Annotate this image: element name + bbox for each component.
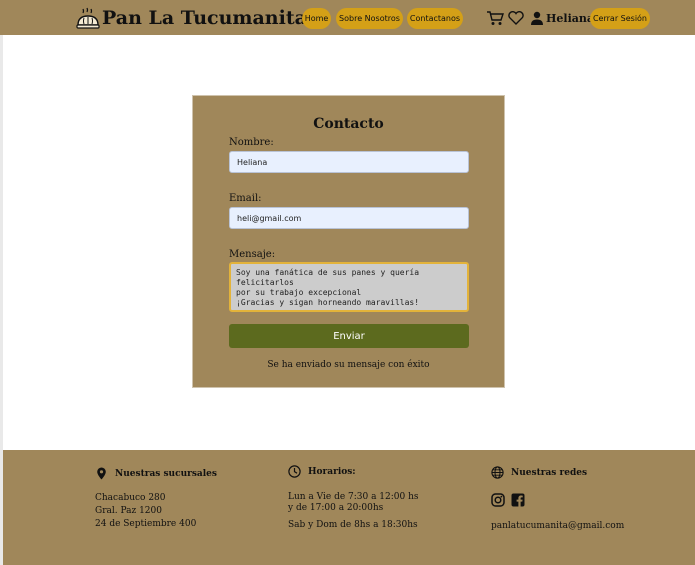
clock-icon <box>288 465 301 478</box>
message-label: Mensaje: <box>229 249 276 260</box>
form-title: Contacto <box>313 116 384 132</box>
nav-home-button[interactable]: Home <box>302 8 331 29</box>
facebook-icon[interactable] <box>511 493 525 507</box>
nav-sobre-nosotros-button[interactable]: Sobre Nosotros <box>336 8 403 29</box>
hours-weekday-line: Lun a Vie de 7:30 a 12:00 hs <box>288 492 419 502</box>
social-heading: Nuestras redes <box>491 466 587 479</box>
hours-weekend-line: Sab y Dom de 8hs a 18:30hs <box>288 520 418 530</box>
success-message: Se ha enviado su mensaje con éxito <box>267 360 430 370</box>
contact-form: Contacto Nombre: Heliana Email: heli@gma… <box>192 95 505 388</box>
branch-line: Gral. Paz 1200 <box>95 506 162 516</box>
hours-heading: Horarios: <box>288 465 356 478</box>
nav-contactanos-button[interactable]: Contactanos <box>407 8 463 29</box>
hours-weekday-line: y de 17:00 a 20:00hs <box>288 503 384 513</box>
logout-button[interactable]: Cerrar Sesión <box>590 8 650 29</box>
branches-heading: Nuestras sucursales <box>95 467 217 480</box>
social-title: Nuestras redes <box>511 467 588 478</box>
branches-title: Nuestras sucursales <box>115 468 217 479</box>
location-pin-icon <box>97 467 106 480</box>
user-name: Heliana <box>546 12 595 25</box>
name-label: Nombre: <box>229 137 274 148</box>
branch-line: Chacabuco 280 <box>95 493 166 503</box>
hours-title: Horarios: <box>308 466 356 477</box>
instagram-icon[interactable] <box>491 493 505 507</box>
contact-email[interactable]: panlatucumanita@gmail.com <box>491 520 624 533</box>
globe-icon <box>491 466 504 479</box>
heart-icon[interactable] <box>507 10 525 26</box>
site-footer: Nuestras sucursales Chacabuco 280 Gral. … <box>3 450 695 565</box>
site-header: Pan La Tucumanita Home Sobre Nosotros Co… <box>0 0 695 35</box>
name-field[interactable]: Heliana <box>229 151 469 173</box>
submit-button[interactable]: Enviar <box>229 324 469 348</box>
email-field[interactable]: heli@gmail.com <box>229 207 469 229</box>
cart-icon[interactable] <box>486 10 504 26</box>
brand[interactable]: Pan La Tucumanita <box>76 5 307 31</box>
branch-line: 24 de Septiembre 400 <box>95 519 197 529</box>
message-textarea[interactable]: Soy una fanática de sus panes y quería f… <box>229 262 469 312</box>
bread-basket-icon <box>76 7 100 29</box>
brand-name: Pan La Tucumanita <box>102 7 307 29</box>
email-label: Email: <box>229 193 262 204</box>
user-icon <box>531 11 543 25</box>
